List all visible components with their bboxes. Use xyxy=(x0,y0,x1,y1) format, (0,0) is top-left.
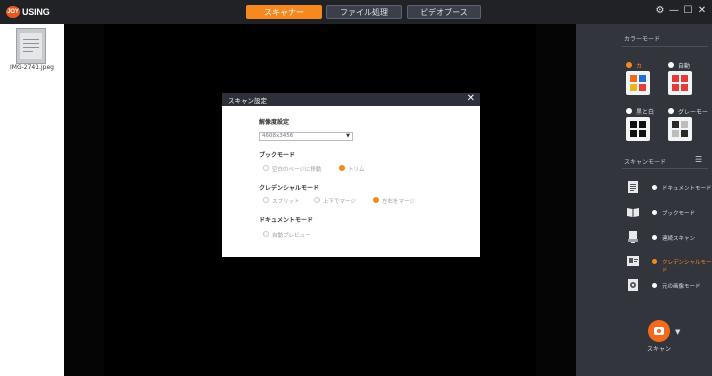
book-icon[interactable] xyxy=(626,205,640,219)
color-mode-radio-gray[interactable] xyxy=(668,108,674,114)
logo-mark-icon: JOY xyxy=(6,6,20,18)
scan-options-chevron-down-icon[interactable]: ▼ xyxy=(675,328,680,336)
dialog-header: スキャン設定 ✕ xyxy=(222,93,480,106)
bw-grid-icon[interactable] xyxy=(626,117,650,141)
stack-icon[interactable] xyxy=(626,230,640,244)
swatch-cell xyxy=(630,75,637,82)
swatch-cell xyxy=(681,75,688,82)
logo-text: USING xyxy=(22,7,50,17)
auto-grid-icon[interactable] xyxy=(668,71,692,95)
thumbnail-line xyxy=(23,39,39,40)
select-arrow-icon: ▼ xyxy=(346,133,350,139)
option-trim[interactable]: トリム xyxy=(348,165,365,173)
swatch-cell xyxy=(639,130,646,137)
option-merge-horizontal[interactable]: 左右をマージ xyxy=(382,197,415,205)
filter-icon[interactable]: ☰ xyxy=(695,155,702,164)
document-mode-label: ドキュメントモード xyxy=(259,217,314,224)
color-grid-icon[interactable] xyxy=(626,71,650,95)
tab-scanner[interactable]: スキャナー xyxy=(246,5,322,19)
scan-mode-label-original: 元の画像モード xyxy=(662,284,701,290)
swatch-cell xyxy=(639,84,646,91)
color-mode-radio-bw[interactable] xyxy=(626,108,632,114)
settings-panel: カラーモード カ 自動 黒と白 グレーモード xyxy=(576,24,712,376)
thumbnail-line xyxy=(23,51,33,52)
swatch-cell xyxy=(681,121,688,128)
option-blank-page[interactable]: 空白のページに移動 xyxy=(272,165,321,173)
color-mode-radio-auto[interactable] xyxy=(668,62,674,68)
title-bar: JOY USING スキャナー ファイル処理 ビデオブース ⚙ — ☐ ✕ xyxy=(0,0,712,24)
image-thumbnail[interactable] xyxy=(16,28,46,64)
swatch-cell xyxy=(672,84,679,91)
resolution-value: 4608x3456 xyxy=(262,133,294,139)
original-image-icon[interactable] xyxy=(626,278,640,292)
document-icon[interactable] xyxy=(626,180,640,194)
thumbnail-paper xyxy=(20,33,42,59)
scan-mode-radio-continuous[interactable] xyxy=(652,235,657,240)
swatch-cell xyxy=(681,84,688,91)
tab-video-booth[interactable]: ビデオブース xyxy=(407,5,481,19)
swatch-cell xyxy=(672,121,679,128)
radio-auto-preview[interactable] xyxy=(263,231,269,237)
swatch-cell xyxy=(672,75,679,82)
color-mode-label-auto: 自動 xyxy=(678,63,691,70)
color-mode-title: カラーモード xyxy=(624,36,661,43)
credential-mode-label: クレデンシャルモード xyxy=(259,185,320,192)
divider xyxy=(622,168,708,169)
radio-split[interactable] xyxy=(263,197,269,203)
option-auto-preview[interactable]: 自動プレビュー xyxy=(272,231,311,239)
minimize-icon[interactable]: — xyxy=(668,5,680,17)
resolution-select[interactable]: 4608x3456 ▼ xyxy=(259,132,353,141)
scan-mode-title: スキャンモード xyxy=(624,159,667,166)
option-split[interactable]: スプリット xyxy=(272,197,300,205)
radio-blank-page[interactable] xyxy=(263,165,269,171)
scan-mode-radio-credential[interactable] xyxy=(652,259,657,264)
color-mode-label-bw: 黒と白 xyxy=(636,109,655,116)
scan-mode-radio-document[interactable] xyxy=(652,185,657,190)
swatch-cell xyxy=(630,84,637,91)
dialog-title: スキャン設定 xyxy=(228,97,267,105)
scan-button-label: スキャン xyxy=(646,346,671,353)
scan-button[interactable] xyxy=(648,320,670,342)
thumbnail-line xyxy=(23,43,39,44)
radio-merge-horizontal[interactable] xyxy=(373,197,379,203)
settings-gear-icon[interactable]: ⚙ xyxy=(654,5,666,17)
color-mode-radio-color[interactable] xyxy=(626,62,632,68)
thumbnail-line xyxy=(23,47,39,48)
swatch-cell xyxy=(681,130,688,137)
option-merge-vertical[interactable]: 上下でマージ xyxy=(323,197,356,205)
close-icon[interactable]: ✕ xyxy=(696,5,708,17)
scan-mode-label-credential: クレデンシャルモード xyxy=(662,260,712,274)
radio-merge-vertical[interactable] xyxy=(314,197,320,203)
scan-mode-label-continuous: 連続スキャン xyxy=(662,236,696,242)
book-mode-label: ブックモード xyxy=(259,152,296,159)
camera-icon xyxy=(654,327,664,335)
gray-grid-icon[interactable] xyxy=(668,117,692,141)
resolution-label: 解像度設定 xyxy=(259,119,290,126)
thumbnail-filename: IMG-2741.jpeg xyxy=(10,64,54,71)
swatch-cell xyxy=(639,75,646,82)
color-mode-label-color: カ xyxy=(636,63,643,70)
swatch-cell xyxy=(639,121,646,128)
scan-mode-label-document: ドキュメントモード xyxy=(662,186,712,192)
divider xyxy=(622,46,708,47)
thumbnail-panel: IMG-2741.jpeg xyxy=(0,24,64,376)
dialog-close-icon[interactable]: ✕ xyxy=(467,93,475,105)
app-window: JOY USING スキャナー ファイル処理 ビデオブース ⚙ — ☐ ✕ IM… xyxy=(0,0,712,376)
tab-file-processing[interactable]: ファイル処理 xyxy=(326,5,402,19)
app-logo: JOY USING xyxy=(6,5,50,19)
id-card-icon[interactable] xyxy=(626,254,640,268)
scan-mode-label-book: ブックモード xyxy=(662,211,696,217)
scan-mode-radio-original[interactable] xyxy=(652,283,657,288)
swatch-cell xyxy=(630,121,637,128)
radio-trim[interactable] xyxy=(339,165,345,171)
scan-mode-radio-book[interactable] xyxy=(652,210,657,215)
maximize-icon[interactable]: ☐ xyxy=(682,5,694,17)
scan-settings-dialog: スキャン設定 ✕ 解像度設定 4608x3456 ▼ ブックモード 空白のページ… xyxy=(222,93,480,257)
swatch-cell xyxy=(630,130,637,137)
swatch-cell xyxy=(672,130,679,137)
